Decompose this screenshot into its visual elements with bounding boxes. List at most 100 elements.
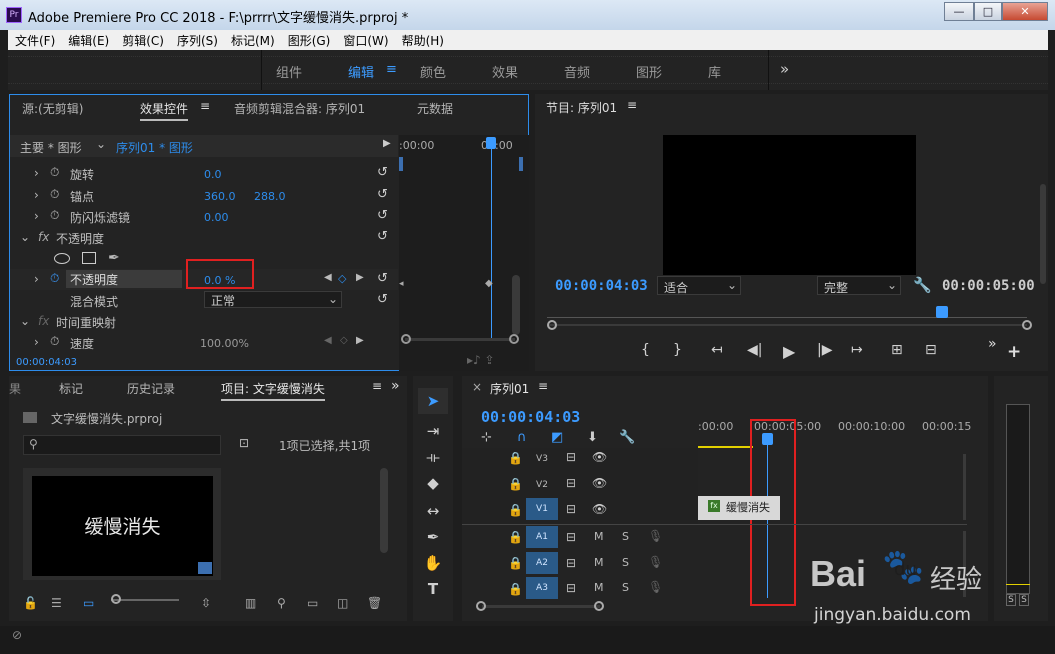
slip-tool-icon[interactable]: ↔ (418, 502, 448, 520)
menu-marker[interactable]: 标记(M) (224, 30, 281, 49)
rectangle-mask-icon[interactable] (82, 252, 96, 264)
project-scrollbar[interactable] (380, 468, 388, 553)
stopwatch-active-icon[interactable]: ⏱ (50, 271, 59, 286)
expand-arrow-icon[interactable]: › (34, 166, 39, 180)
ripple-edit-tool-icon[interactable]: ⟛ (418, 448, 448, 466)
menu-graphics[interactable]: 图形(G) (281, 30, 337, 49)
linked-selection-icon[interactable]: ◩ (551, 430, 563, 445)
playhead-icon[interactable] (486, 137, 496, 149)
lock-icon[interactable]: 🔓 (23, 596, 38, 610)
meter-solo-left[interactable]: S (1006, 594, 1016, 606)
solo-button[interactable]: S (622, 530, 629, 543)
step-forward-icon[interactable]: |▶ (817, 342, 832, 358)
tab-metadata[interactable]: 元数据 (417, 100, 453, 117)
reset-icon[interactable]: ↺ (377, 165, 388, 180)
sync-lock-icon[interactable]: ⊟ (566, 530, 576, 544)
reset-icon[interactable]: ↺ (377, 187, 388, 202)
sync-lock-icon[interactable]: ⊟ (566, 556, 576, 570)
ec-scrollbar[interactable] (512, 275, 520, 335)
new-bin-from-search-icon[interactable]: ⊡ (239, 436, 249, 450)
track-lock-icon[interactable]: 🔒 (508, 503, 523, 517)
playhead-icon[interactable] (936, 306, 948, 318)
zoom-scrollbar[interactable] (549, 324, 1027, 326)
graphic-clip[interactable]: fx 缓慢消失 (698, 496, 780, 520)
search-input[interactable]: ⚲ (23, 435, 221, 455)
expand-arrow-icon[interactable]: › (34, 209, 39, 223)
ec-zoom-slider[interactable] (405, 338, 515, 341)
chevron-down-icon[interactable]: ⌄ (96, 137, 106, 151)
selection-tool-icon[interactable]: ➤ (418, 392, 448, 410)
sequence-clip-label[interactable]: 序列01 * 图形 (116, 139, 193, 156)
nest-icon[interactable]: ⊹ (481, 430, 492, 445)
track-lock-icon[interactable]: 🔒 (508, 556, 523, 570)
tab-project[interactable]: 项目: 文字缓慢消失 (221, 380, 325, 401)
new-item-icon[interactable]: ◫ (337, 596, 348, 610)
fx-icon[interactable]: fx (38, 230, 49, 244)
reset-icon[interactable]: ↺ (377, 229, 388, 244)
menu-window[interactable]: 窗口(W) (336, 30, 394, 49)
panel-menu-icon[interactable]: ≡ (627, 98, 637, 112)
effect-timeline[interactable]: :00:00 00:00 ◂ ◆ ▸♪ ⇪ (399, 135, 529, 371)
track-lock-icon[interactable]: 🔒 (508, 451, 523, 465)
add-button-icon[interactable]: + (1007, 342, 1021, 362)
track-lock-icon[interactable]: 🔒 (508, 477, 523, 491)
go-to-out-icon[interactable]: ↦ (851, 342, 863, 358)
icon-view-icon[interactable]: ▭ (83, 596, 94, 610)
workspace-graphics[interactable]: 图形 (636, 62, 662, 81)
chevron-down-icon[interactable]: ⌄ (727, 278, 737, 292)
meter-solo-right[interactable]: S (1019, 594, 1029, 606)
menu-edit[interactable]: 编辑(E) (61, 30, 115, 49)
tab-sequence[interactable]: 序列01 (490, 380, 529, 397)
find-icon[interactable]: ⚲ (277, 596, 286, 610)
mute-button[interactable]: M (594, 530, 604, 543)
mark-in-icon[interactable]: { (641, 342, 650, 358)
workspace-effects[interactable]: 效果 (492, 62, 518, 81)
sync-lock-icon[interactable]: ⊟ (566, 450, 576, 464)
play-arrow-icon[interactable]: ▶ (383, 138, 391, 149)
trash-icon[interactable]: 🗑 (367, 596, 382, 610)
step-back-icon[interactable]: ◀| (747, 342, 762, 358)
go-to-in-icon[interactable]: ↤ (711, 342, 723, 358)
panel-menu-icon[interactable]: ≡ (372, 379, 382, 393)
reset-icon[interactable]: ↺ (377, 271, 388, 286)
menu-help[interactable]: 帮助(H) (395, 30, 450, 49)
menu-clip[interactable]: 剪辑(C) (115, 30, 170, 49)
microphone-icon[interactable]: 🎙 (648, 529, 663, 543)
speed-value[interactable]: 100.00% (200, 337, 249, 350)
audio-scrollbar[interactable] (963, 531, 966, 597)
stopwatch-icon[interactable]: ⏱ (50, 187, 59, 202)
prev-keyframe-icon[interactable]: ◀ (324, 335, 332, 346)
wrench-icon[interactable]: 🔧 (913, 276, 932, 294)
add-keyframe-icon[interactable]: ◇ (340, 335, 348, 346)
insert-icon[interactable]: ⊞ (891, 342, 903, 358)
add-keyframe-icon[interactable]: ◇ (338, 272, 346, 285)
microphone-icon[interactable]: 🎙 (648, 580, 663, 594)
more-buttons-icon[interactable]: » (988, 336, 997, 352)
close-button[interactable]: ✕ (1002, 2, 1048, 21)
blend-dropdown[interactable]: 正常 (204, 291, 342, 308)
hand-tool-icon[interactable]: ✋ (418, 554, 448, 572)
reset-icon[interactable]: ↺ (377, 292, 388, 307)
menu-file[interactable]: 文件(F) (8, 30, 61, 49)
expand-arrow-icon[interactable]: › (34, 272, 39, 286)
media-thumbnail[interactable]: 缓慢消失 (23, 468, 221, 580)
workspace-audio[interactable]: 音频 (564, 62, 590, 81)
expand-arrow-icon[interactable]: › (34, 188, 39, 202)
chevron-down-icon[interactable]: ⌄ (887, 278, 897, 292)
overwrite-icon[interactable]: ⊟ (925, 342, 937, 358)
pen-tool-icon[interactable]: ✒ (418, 528, 448, 546)
play-icon[interactable]: ▶ (783, 342, 795, 361)
anchor-y-value[interactable]: 288.0 (254, 190, 286, 203)
next-keyframe-icon[interactable]: ▶ (356, 335, 364, 346)
workspace-menu-icon[interactable]: ≡ (386, 62, 397, 77)
workspace-libraries[interactable]: 库 (708, 62, 721, 81)
track-scrollbar[interactable] (482, 605, 600, 608)
tab-audio-mixer[interactable]: 音频剪辑混合器: 序列01 (234, 100, 365, 117)
timeline-timecode[interactable]: 00:00:04:03 (481, 408, 580, 426)
video-scrollbar[interactable] (963, 454, 966, 520)
timeline-ruler[interactable]: :00:00 00:00:05:00 00:00:10:00 00:00:15 (698, 416, 971, 448)
video-preview[interactable] (663, 135, 916, 275)
settings-wrench-icon[interactable]: 🔧 (619, 430, 635, 445)
menu-sequence[interactable]: 序列(S) (170, 30, 224, 49)
track-a1[interactable]: A1 (526, 526, 558, 548)
